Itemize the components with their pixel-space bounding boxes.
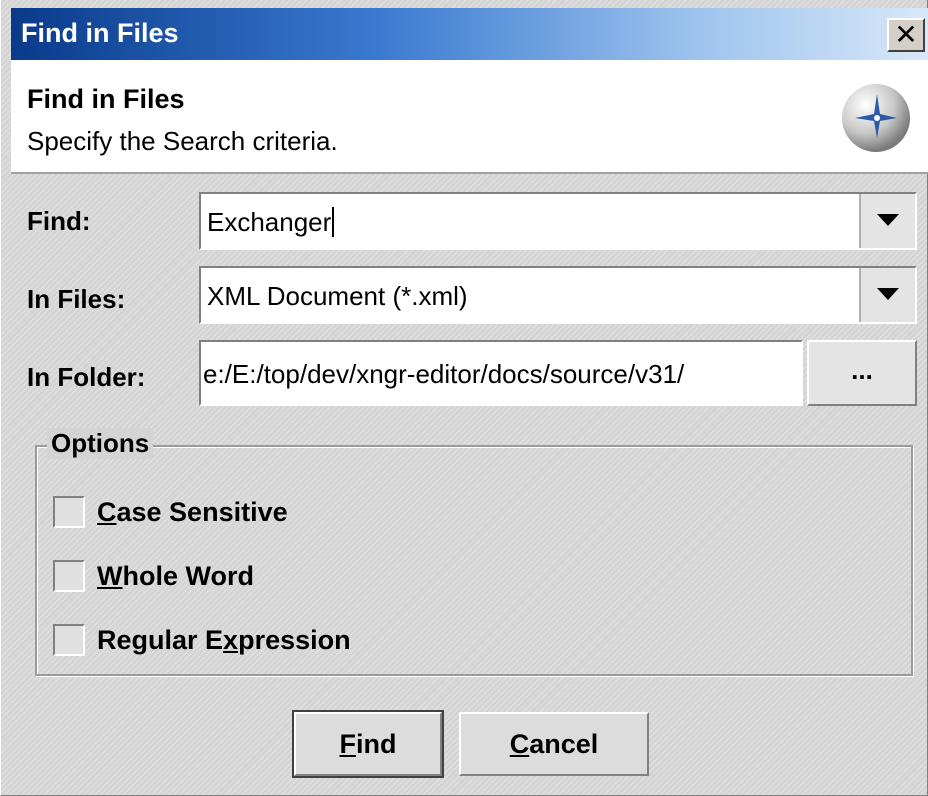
regular-expression-label: Regular Expression [97, 624, 351, 655]
close-button[interactable]: ✕ [887, 18, 925, 52]
in-folder-value: e:/E:/top/dev/xngr-editor/docs/source/v3… [203, 359, 685, 389]
in-files-value: XML Document (*.xml) [207, 281, 468, 311]
find-dropdown-arrow-icon[interactable] [859, 194, 915, 248]
wizard-compass-icon [842, 84, 910, 152]
in-files-dropdown-arrow-icon[interactable] [859, 268, 915, 322]
case-sensitive-checkbox[interactable] [53, 496, 85, 528]
title-bar[interactable]: Find in Files ✕ [11, 8, 928, 60]
find-combobox[interactable]: Exchanger [199, 192, 917, 250]
text-caret [332, 207, 335, 238]
browse-folder-button[interactable]: ... [807, 340, 917, 406]
dialog-header: Find in Files Specify the Search criteri… [11, 60, 928, 174]
whole-word-checkbox[interactable] [53, 560, 85, 592]
whole-word-option[interactable]: Whole Word [53, 559, 254, 593]
cancel-button-label: Cancel [509, 728, 599, 759]
find-in-files-dialog: Find in Files ✕ Find in Files Specify th… [0, 0, 928, 796]
in-folder-input[interactable]: e:/E:/top/dev/xngr-editor/docs/source/v3… [199, 340, 803, 406]
in-files-combobox[interactable]: XML Document (*.xml) [199, 266, 917, 324]
options-legend: Options [47, 428, 154, 459]
header-title: Find in Files [27, 84, 185, 114]
close-icon: ✕ [894, 18, 918, 51]
regular-expression-checkbox[interactable] [53, 624, 85, 656]
window-title: Find in Files [21, 18, 179, 48]
find-button[interactable]: Find [292, 710, 444, 778]
find-button-label: Find [339, 728, 397, 759]
case-sensitive-option[interactable]: Case Sensitive [53, 495, 288, 529]
whole-word-label: Whole Word [97, 560, 254, 591]
find-label: Find: [27, 206, 91, 236]
in-folder-label: In Folder: [27, 362, 146, 392]
find-input-value: Exchanger [207, 207, 332, 237]
cancel-button[interactable]: Cancel [459, 712, 649, 776]
regular-expression-option[interactable]: Regular Expression [53, 623, 351, 657]
find-input[interactable]: Exchanger [207, 207, 335, 239]
case-sensitive-label: Case Sensitive [97, 496, 288, 527]
in-files-label: In Files: [27, 284, 126, 314]
header-subtitle: Specify the Search criteria. [27, 126, 338, 156]
